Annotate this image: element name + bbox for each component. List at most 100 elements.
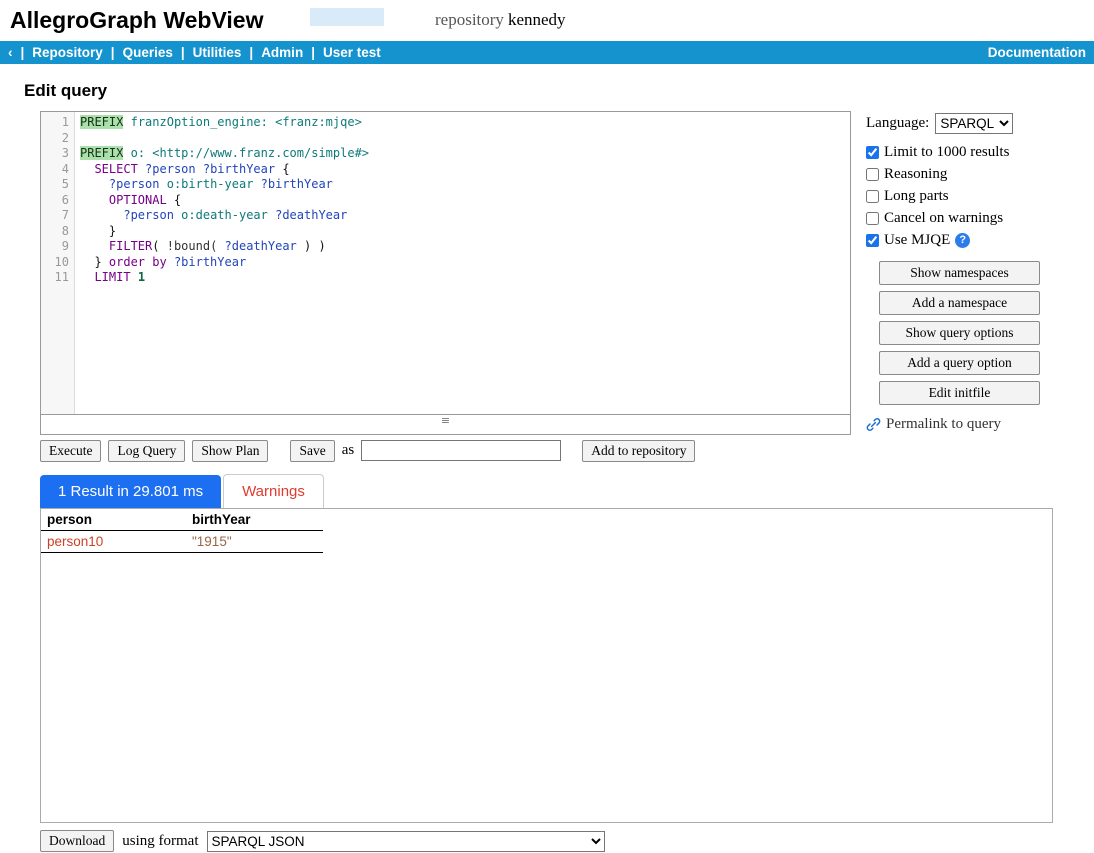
nav-item-utilities[interactable]: Utilities [193,45,242,60]
option-limit-to-1000-results[interactable]: Limit to 1000 results [866,144,1040,161]
results-panel: personbirthYear person10"1915" [40,508,1053,823]
code-token: ?birthYear [203,162,275,176]
nav-back-chevron[interactable]: ‹ [8,45,13,60]
code-token [80,208,123,222]
resource-cell[interactable]: person10 [41,531,186,553]
checkbox-label: Use MJQE [884,232,950,249]
editor-gutter: 1234567891011 [41,112,75,414]
nav-separator: | [111,45,115,60]
checkbox-reasoning[interactable] [866,168,879,181]
add-a-namespace-button[interactable]: Add a namespace [879,291,1040,315]
page-title: Edit query [24,81,1094,101]
line-number: 5 [41,177,69,193]
app-title: AllegroGraph WebView [10,7,263,34]
nav-item-admin[interactable]: Admin [261,45,303,60]
option-long-parts[interactable]: Long parts [866,188,1040,205]
code-token [80,193,109,207]
line-number: 10 [41,255,69,271]
edit-initfile-button[interactable]: Edit initfile [879,381,1040,405]
permalink-label: Permalink to query [886,416,1001,433]
line-number: 2 [41,131,69,147]
editor-resize-strip: ≡ [40,415,851,435]
options-buttons: Show namespaces Add a namespace Show query… [866,261,1040,405]
nav-bar: ‹|Repository|Queries|Utilities|Admin|Use… [0,41,1094,64]
help-icon[interactable]: ? [955,233,970,248]
save-button[interactable]: Save [290,440,334,462]
add-a-query-option-button[interactable]: Add a query option [879,351,1040,375]
code-token: !bound( [167,239,225,253]
nav-separator: | [249,45,253,60]
code-line: PREFIX o: <http://www.franz.com/simple#> [80,146,850,162]
line-number: 1 [41,115,69,131]
repository-indicator: repositorykennedy [435,10,566,30]
options-checkboxes: Limit to 1000 results Reasoning Long parts… [866,144,1040,249]
code-token: ( [152,239,166,253]
option-cancel-on-warnings[interactable]: Cancel on warnings [866,210,1040,227]
code-token: ?person [109,177,160,191]
code-token [123,115,130,129]
query-editor[interactable]: 1234567891011 PREFIX franzOption_engine:… [40,111,851,415]
resize-handle-icon[interactable]: ≡ [441,415,450,427]
tab-warnings[interactable]: Warnings [223,474,324,508]
editor-code: PREFIX franzOption_engine: <franz:mjqe> … [75,112,850,414]
save-name-input[interactable] [361,440,561,461]
code-line: } order by ?birthYear [80,255,850,271]
code-token: { [167,193,181,207]
repository-name: kennedy [508,10,566,29]
show-namespaces-button[interactable]: Show namespaces [879,261,1040,285]
code-token [123,146,130,160]
line-number: 7 [41,208,69,224]
download-button[interactable]: Download [40,830,114,852]
code-token: order by [109,255,167,269]
code-token: ?deathYear [225,239,297,253]
code-line: LIMIT 1 [80,270,850,286]
line-number: 11 [41,270,69,286]
code-token [80,255,94,269]
permalink-to-query[interactable]: Permalink to query [866,416,1040,433]
checkbox-label: Limit to 1000 results [884,144,1009,161]
code-line: ?person o:death-year ?deathYear [80,208,850,224]
checkbox-limit-to-1000-results[interactable] [866,146,879,159]
option-use-mjqe[interactable]: Use MJQE? [866,232,1040,249]
execute-button[interactable]: Execute [40,440,101,462]
nav-item-user-test[interactable]: User test [323,45,381,60]
header: AllegroGraph WebView repositorykennedy [0,0,1094,41]
code-token [196,162,203,176]
column-header-person: person [41,509,186,531]
nav-item-repository[interactable]: Repository [32,45,103,60]
show-plan-button[interactable]: Show Plan [192,440,268,462]
code-token [80,177,109,191]
results-body: person10"1915" [41,531,323,553]
language-select[interactable]: SPARQL [935,113,1013,134]
code-line [80,131,850,147]
language-label: Language: [866,115,929,132]
code-token: <franz:mjqe> [275,115,362,129]
results-header-row: personbirthYear [41,509,323,531]
code-token [80,239,109,253]
nav-item-documentation[interactable]: Documentation [988,45,1086,60]
log-query-button[interactable]: Log Query [108,440,185,462]
line-number: 8 [41,224,69,240]
code-token [167,255,174,269]
tab-1-result-in-29-801-ms[interactable]: 1 Result in 29.801 ms [40,475,221,508]
code-token: SELECT [94,162,137,176]
checkbox-long-parts[interactable] [866,190,879,203]
checkbox-use-mjqe[interactable] [866,234,879,247]
code-token: PREFIX [80,115,123,129]
code-token: ?birthYear [261,177,333,191]
code-token: ?deathYear [275,208,347,222]
code-token: { [275,162,289,176]
results-table: personbirthYear person10"1915" [41,509,323,553]
code-token: ?person [145,162,196,176]
nav-item-queries[interactable]: Queries [123,45,173,60]
save-as-label: as [342,442,355,459]
line-number: 3 [41,146,69,162]
checkbox-cancel-on-warnings[interactable] [866,212,879,225]
code-token [138,162,145,176]
add-to-repository-button[interactable]: Add to repository [582,440,695,462]
option-reasoning[interactable]: Reasoning [866,166,1040,183]
nav-separator: | [311,45,315,60]
format-select[interactable]: SPARQL JSON [207,831,605,852]
show-query-options-button[interactable]: Show query options [879,321,1040,345]
code-token: FILTER [109,239,152,253]
